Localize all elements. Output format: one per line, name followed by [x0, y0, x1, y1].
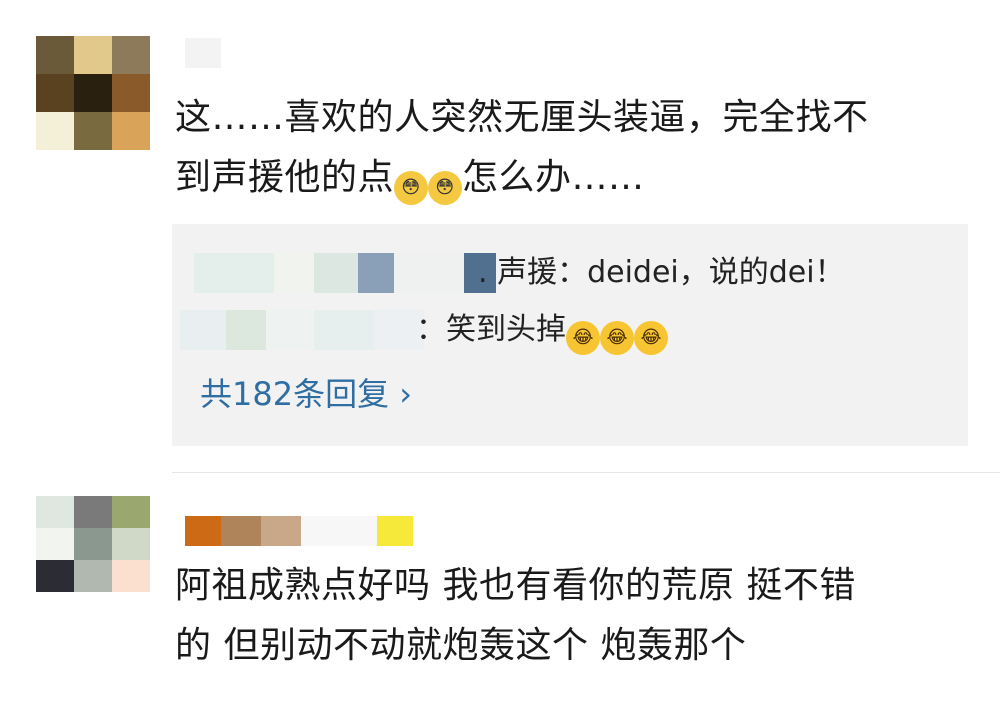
avatar[interactable] [36, 36, 150, 150]
divider [172, 472, 1000, 473]
comment-text-line: 阿祖成熟点好吗 我也有看你的荒原 挺不错 [175, 565, 856, 606]
reply-username[interactable] [194, 253, 496, 293]
comment-text-line: 到声援他的点 😳 😳 怎么办…… [175, 148, 965, 208]
shy-emoji-icon: 😳 [428, 171, 463, 205]
comment-text-segment: 怎么办…… [462, 157, 645, 198]
reply-item[interactable]: . 声援：deidei，说的dei！ [172, 249, 968, 297]
reply-text-segment: ：笑到头掉 [416, 312, 566, 347]
username[interactable] [185, 516, 413, 546]
reply-text: ：笑到头掉 😂 😂 😂 [416, 306, 668, 355]
username[interactable] [185, 38, 221, 68]
comment-text-segment: 到声援他的点 [175, 157, 395, 198]
comment-text-line: 的 但别动不动就炮轰这个 炮轰那个 [175, 625, 747, 666]
comment-text: 阿祖成熟点好吗 我也有看你的荒原 挺不错 的 但别动不动就炮轰这个 炮轰那个 [175, 556, 965, 676]
laughing-emoji-icon: 😂 [600, 321, 634, 355]
reply-item[interactable]: ：笑到头掉 😂 😂 😂 [172, 306, 968, 355]
laughing-emoji-icon: 😂 [634, 321, 668, 355]
reply-box: . 声援：deidei，说的dei！ ：笑到头掉 😂 😂 😂 共182条回复 › [172, 224, 968, 446]
reply-username[interactable] [180, 310, 424, 350]
reply-text: . 声援：deidei，说的dei！ [478, 255, 845, 290]
comment-text: 这……喜欢的人突然无厘头装逼，完全找不 到声援他的点 😳 😳 怎么办…… [175, 88, 965, 208]
shy-emoji-icon: 😳 [394, 171, 429, 205]
more-replies-link[interactable]: 共182条回复 › [200, 372, 412, 416]
avatar[interactable] [36, 496, 150, 592]
comment-text-line: 这……喜欢的人突然无厘头装逼，完全找不 [175, 97, 869, 138]
laughing-emoji-icon: 😂 [566, 321, 600, 355]
